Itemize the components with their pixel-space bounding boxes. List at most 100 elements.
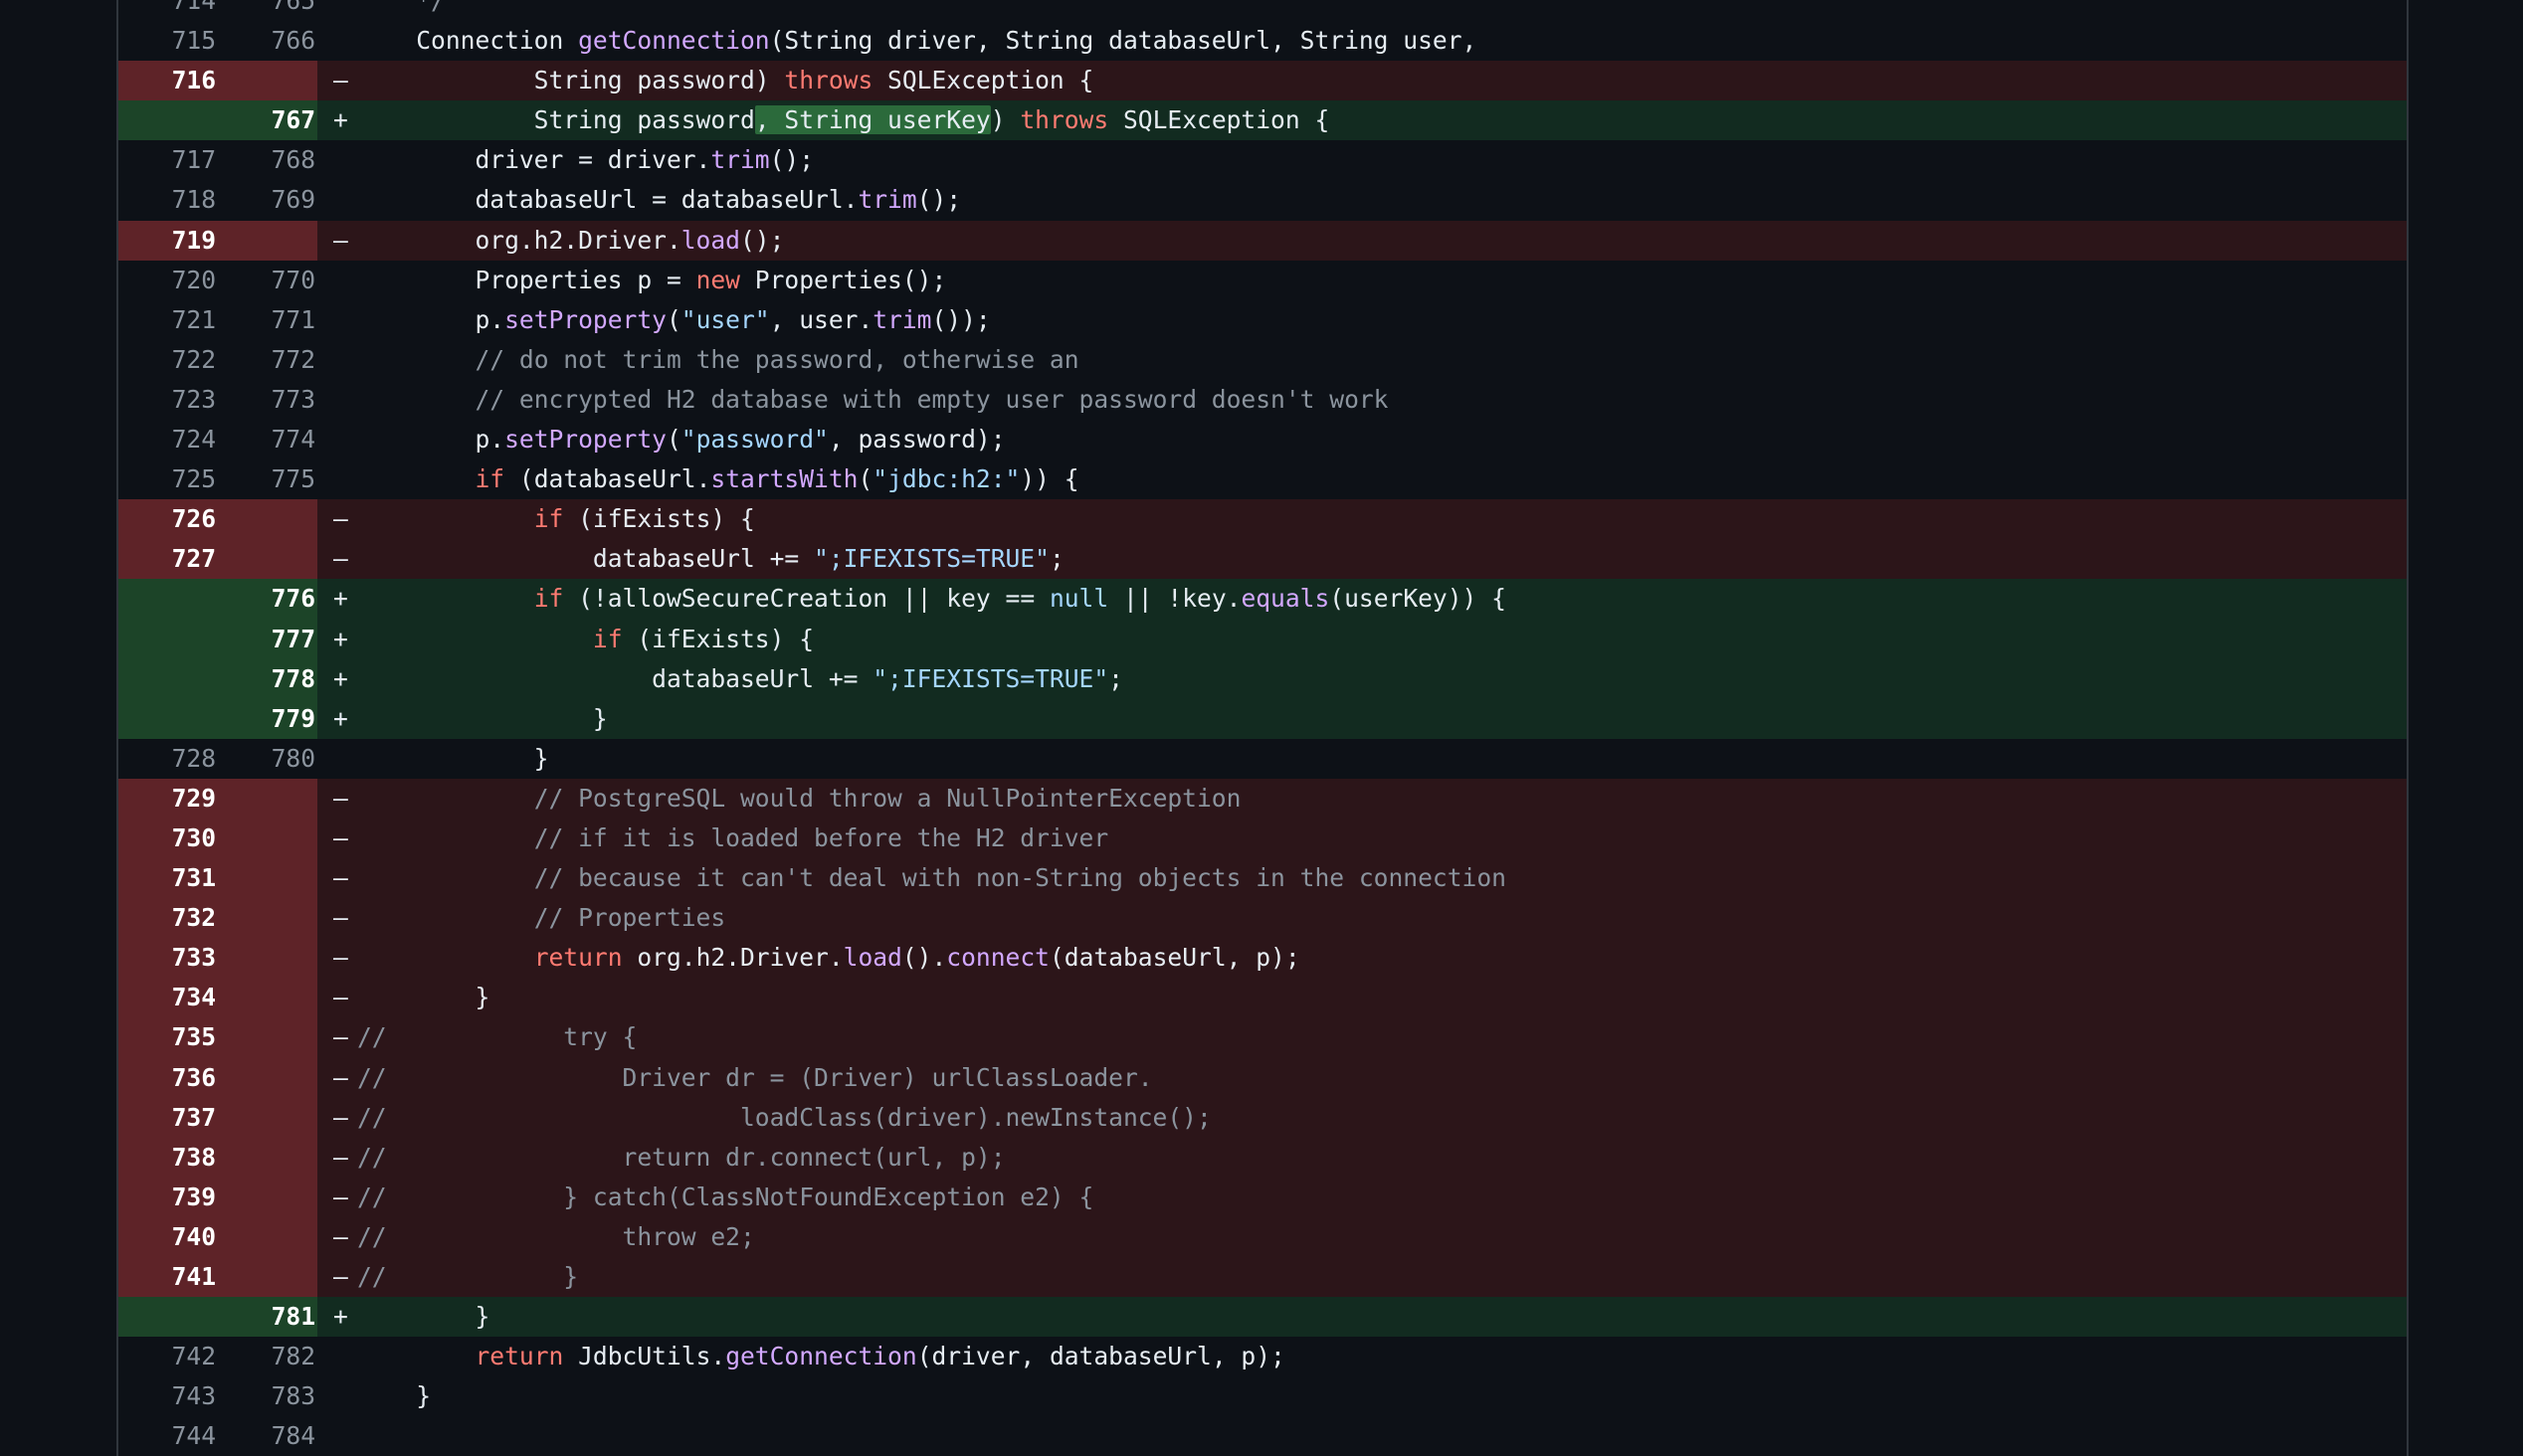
old-line-number[interactable]: 715 [118, 21, 218, 61]
old-line-number[interactable]: 721 [118, 300, 218, 340]
code-content: String password) throws SQLException { [357, 61, 2407, 100]
old-line-number[interactable]: 733 [118, 938, 218, 979]
old-line-number[interactable]: 732 [118, 898, 218, 939]
old-line-number[interactable] [118, 100, 218, 141]
old-line-number[interactable]: 722 [118, 340, 218, 380]
old-line-number[interactable]: 728 [118, 739, 218, 779]
new-line-number[interactable] [218, 938, 317, 979]
old-line-number[interactable]: 729 [118, 778, 218, 819]
new-line-number[interactable] [218, 539, 317, 580]
new-line-number[interactable] [218, 978, 317, 1018]
old-line-number[interactable] [118, 1297, 218, 1338]
new-line-number[interactable]: 780 [218, 739, 317, 779]
old-line-number[interactable] [118, 619, 218, 659]
new-line-number[interactable]: 783 [218, 1376, 317, 1416]
diff-marker: – [333, 1182, 348, 1211]
new-line-number[interactable]: 771 [218, 300, 317, 340]
old-line-number[interactable]: 731 [118, 858, 218, 899]
old-line-number[interactable]: 744 [118, 1416, 218, 1456]
new-line-number[interactable]: 773 [218, 380, 317, 420]
diff-marker [317, 1376, 357, 1416]
new-line-number[interactable] [218, 1097, 317, 1138]
new-line-number[interactable] [218, 1137, 317, 1178]
old-line-number[interactable]: 730 [118, 818, 218, 859]
code-token: SQLException { [1108, 105, 1330, 135]
diff-marker: – [333, 1262, 348, 1291]
old-line-number[interactable] [118, 698, 218, 739]
new-line-number[interactable]: 768 [218, 140, 317, 180]
new-line-number[interactable]: 782 [218, 1337, 317, 1376]
new-line-number[interactable] [218, 220, 317, 261]
new-line-number[interactable]: 769 [218, 180, 317, 220]
code-token-cm: // return dr.connect(url, p); [357, 1142, 1006, 1172]
diff-line-ctx: 721 771 p.setProperty("user", user.trim()… [118, 299, 2407, 340]
old-line-number[interactable]: 741 [118, 1257, 218, 1298]
old-line-number[interactable]: 738 [118, 1137, 218, 1178]
old-line-number[interactable]: 725 [118, 459, 218, 499]
new-line-number[interactable] [218, 1017, 317, 1058]
new-line-number[interactable] [218, 818, 317, 859]
new-line-number[interactable]: 777 [218, 619, 317, 659]
old-line-number[interactable]: 736 [118, 1057, 218, 1098]
new-line-number[interactable]: 781 [218, 1297, 317, 1338]
code-content: if (ifExists) { [357, 499, 2407, 539]
old-line-number[interactable]: 742 [118, 1337, 218, 1376]
old-line-number[interactable]: 714 [118, 0, 218, 21]
diff-line-del: 727 – databaseUrl += ";IFEXISTS=TRUE"; [118, 539, 2407, 580]
old-line-number[interactable]: 735 [118, 1017, 218, 1058]
new-line-number[interactable]: 775 [218, 459, 317, 499]
new-line-number[interactable]: 770 [218, 261, 317, 300]
old-line-number[interactable]: 716 [118, 61, 218, 101]
new-line-number[interactable]: 776 [218, 579, 317, 620]
new-line-number[interactable] [218, 499, 317, 540]
new-line-number[interactable] [218, 61, 317, 101]
diff-line-del: 730 – // if it is loaded before the H2 dr… [118, 818, 2407, 859]
code-token: databaseUrl = databaseUrl. [357, 185, 859, 215]
new-line-number[interactable]: 765 [218, 0, 317, 21]
old-line-number[interactable]: 743 [118, 1376, 218, 1416]
diff-line-ctx: 723 773 // encrypted H2 database with emp… [118, 379, 2407, 421]
new-line-number[interactable] [218, 778, 317, 819]
code-token-kw: if [533, 584, 564, 614]
diff-marker: – [333, 225, 348, 255]
new-line-number[interactable]: 772 [218, 340, 317, 380]
old-line-number[interactable]: 727 [118, 539, 218, 580]
old-line-number[interactable]: 718 [118, 180, 218, 220]
old-line-number[interactable]: 726 [118, 499, 218, 540]
old-line-number[interactable]: 724 [118, 420, 218, 459]
new-line-number[interactable]: 778 [218, 658, 317, 699]
new-line-number[interactable] [218, 1177, 317, 1217]
code-token-cm: // } catch(ClassNotFoundException e2) { [357, 1182, 1094, 1211]
diff-line-add: 781 + } [118, 1297, 2407, 1338]
new-line-number[interactable]: 779 [218, 698, 317, 739]
old-line-number[interactable]: 734 [118, 978, 218, 1018]
diff-marker: – [333, 544, 348, 574]
new-line-number[interactable]: 784 [218, 1416, 317, 1456]
diff-marker: – [333, 66, 348, 95]
diff-marker: + [333, 1302, 348, 1332]
old-line-number[interactable]: 739 [118, 1177, 218, 1217]
diff-line-del: 731 – // because it can't deal with non-S… [118, 858, 2407, 899]
old-line-number[interactable]: 719 [118, 220, 218, 261]
new-line-number[interactable] [218, 858, 317, 899]
old-line-number[interactable]: 723 [118, 380, 218, 420]
old-line-number[interactable]: 737 [118, 1097, 218, 1138]
new-line-number[interactable] [218, 1257, 317, 1298]
old-line-number[interactable]: 740 [118, 1216, 218, 1257]
old-line-number[interactable]: 720 [118, 261, 218, 300]
new-line-number[interactable] [218, 1057, 317, 1098]
new-line-number[interactable] [218, 1216, 317, 1257]
old-line-number[interactable] [118, 658, 218, 699]
new-line-number[interactable]: 766 [218, 21, 317, 61]
diff-line-ctx: 744 784 [118, 1416, 2407, 1456]
old-line-number[interactable]: 717 [118, 140, 218, 180]
code-content: // try { [357, 1017, 2407, 1057]
diff-marker [317, 1416, 357, 1456]
diff-line-add: 767 + String password, String userKey) th… [118, 100, 2407, 141]
code-token-cm: // Properties [533, 903, 726, 933]
new-line-number[interactable] [218, 898, 317, 939]
new-line-number[interactable]: 767 [218, 100, 317, 141]
new-line-number[interactable]: 774 [218, 420, 317, 459]
old-line-number[interactable] [118, 579, 218, 620]
